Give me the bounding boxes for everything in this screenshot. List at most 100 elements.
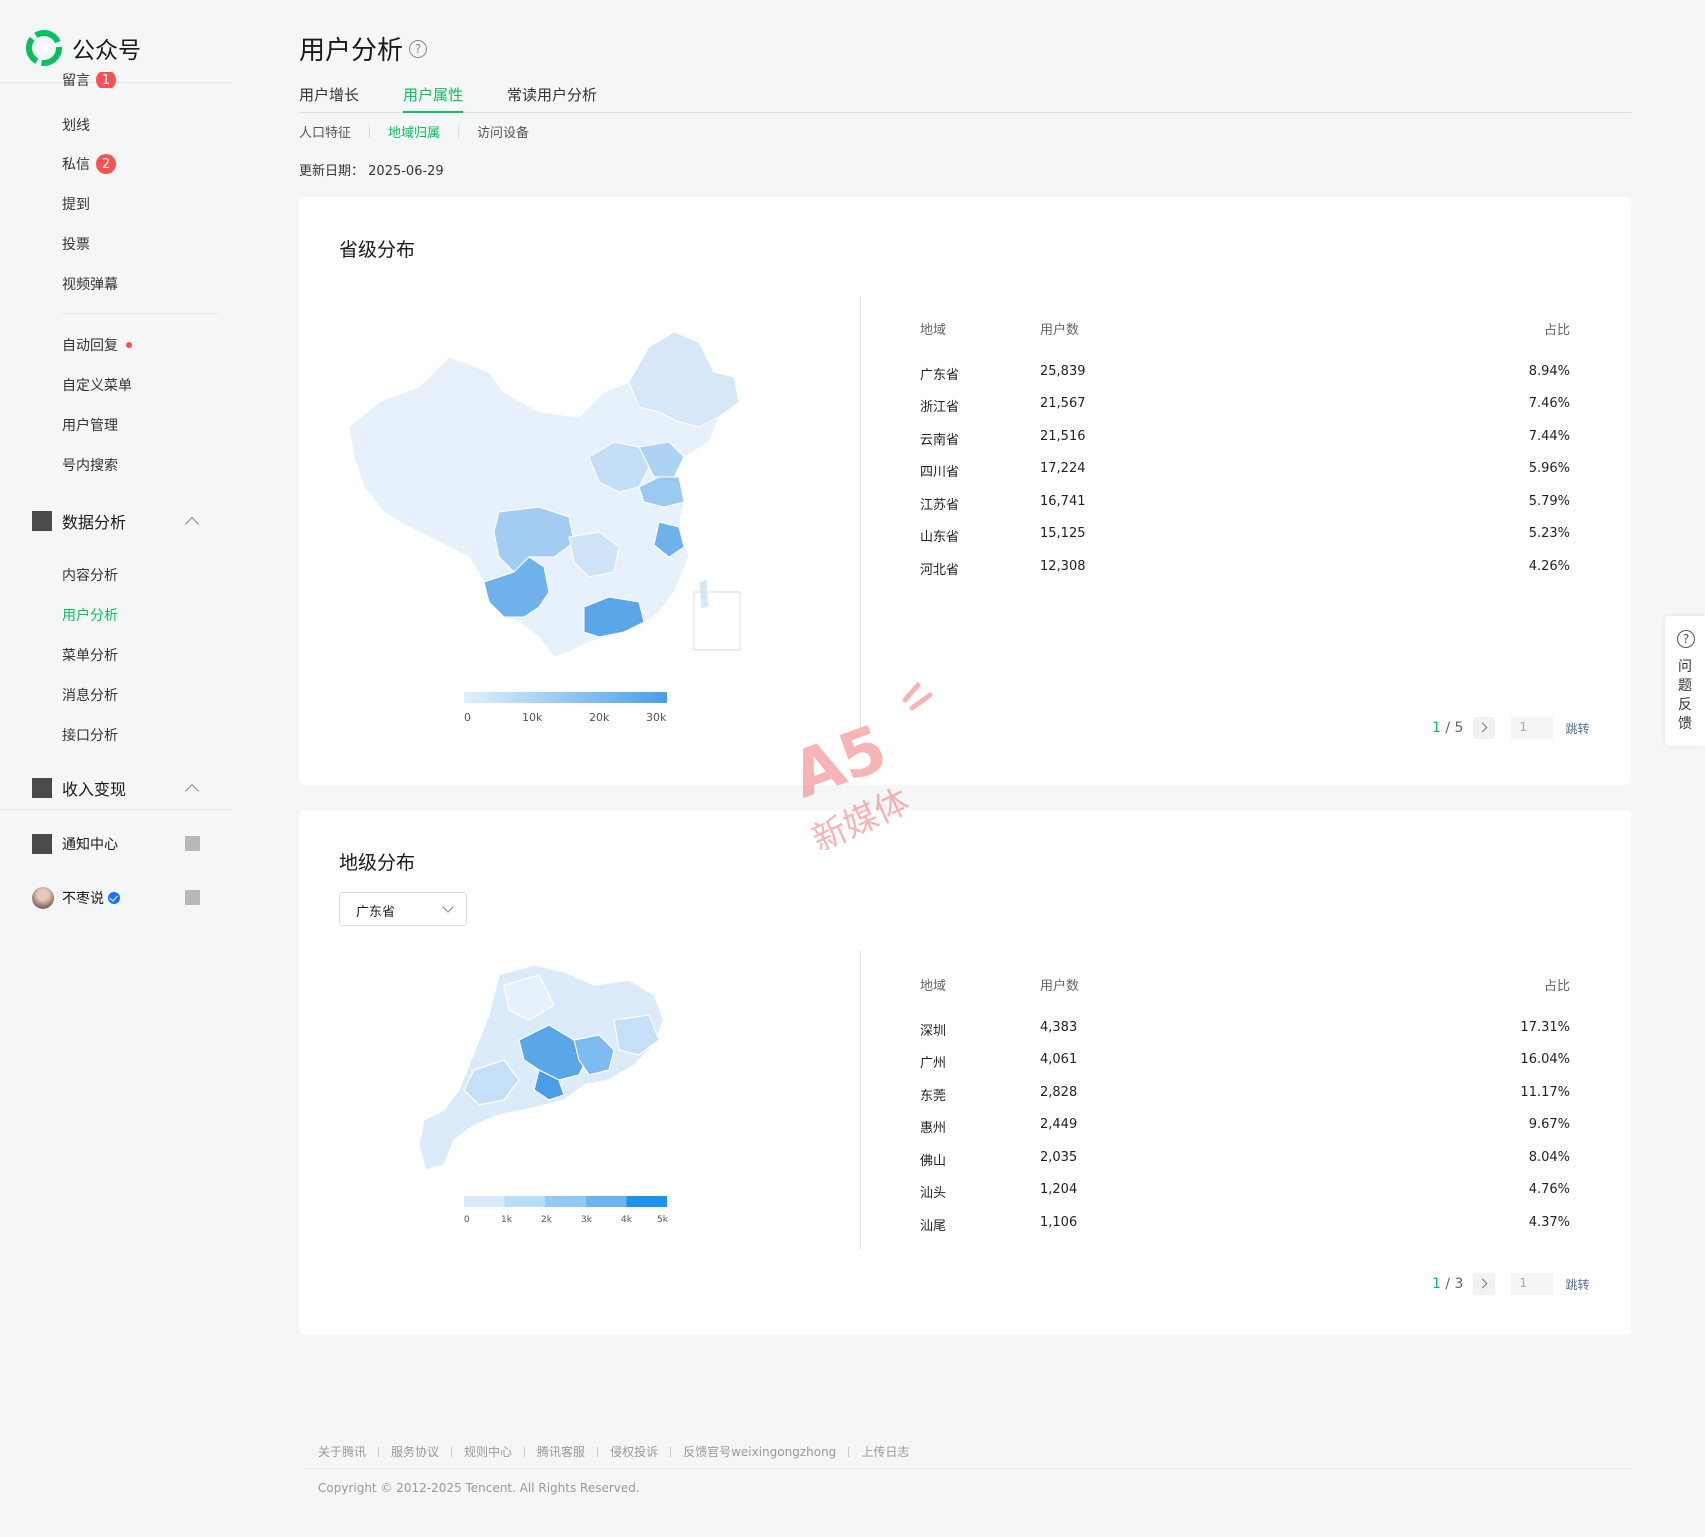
sidebar-item-menu-analysis[interactable]: 菜单分析 [62,644,118,666]
feedback-button[interactable]: ? 问题反馈 [1665,616,1705,746]
cell-region: 江苏省 [920,498,960,513]
subtab-demographics[interactable]: 人口特征 [299,122,369,141]
help-icon[interactable]: ? [409,39,428,58]
sidebar-item-in-account-search[interactable]: 号内搜索 [62,454,118,476]
tab-user-growth[interactable]: 用户增长 [299,84,359,113]
update-date: 更新日期： 2025-06-29 [299,160,444,179]
legend-label: 30k [646,711,667,724]
sidebar-item-label: 自定义菜单 [62,378,132,394]
account-name: 不枣说 [62,891,104,907]
subtab-devices[interactable]: 访问设备 [459,122,547,141]
sidebar-item-messages[interactable]: 私信 2 [62,153,116,175]
table-header: 地域 用户数 占比 [920,319,1570,339]
tab-frequent-readers[interactable]: 常读用户分析 [507,84,597,113]
sidebar-item-label: 用户管理 [62,418,118,434]
sidebar-item-notice-center[interactable]: 通知中心 [32,833,118,855]
footer-link-upload-log[interactable]: 上传日志 [861,1443,909,1460]
sidebar-item-user-analysis[interactable]: 用户分析 [62,604,118,626]
table-row: 浙江省 21,567 7.46% [920,396,1570,416]
subtab-region[interactable]: 地域归属 [370,122,458,141]
sidebar-group-monetize[interactable]: 收入变现 [32,777,126,799]
legend-label: 5k [657,1215,668,1225]
footer-separator [597,1446,599,1457]
sidebar-item-video-danmaku[interactable]: 视频弹幕 [62,273,118,295]
messages-badge: 2 [96,154,116,174]
footer-separator [848,1446,850,1457]
chevron-up-icon[interactable] [184,516,200,532]
logo-divider [0,82,232,83]
tab-user-attributes[interactable]: 用户属性 [403,84,464,113]
pager-next-button[interactable] [1473,1273,1496,1295]
logo[interactable]: 公众号 [26,28,141,68]
sidebar-item-label: 号内搜索 [62,458,118,474]
col-pct: 占比 [1543,979,1570,994]
footer-separator [524,1446,526,1457]
cell-users: 25,839 [1040,364,1086,379]
cell-pct: 5.79% [1528,494,1570,509]
cell-users: 17,224 [1040,461,1086,476]
footer-link-about[interactable]: 关于腾讯 [318,1443,366,1460]
data-analysis-icon [32,511,52,531]
pager-jump-button[interactable]: 跳转 [1565,720,1589,737]
footer-link-infringement[interactable]: 侵权投诉 [610,1443,658,1460]
sidebar-item-api-analysis[interactable]: 接口分析 [62,724,118,746]
table-row: 云南省 21,516 7.44% [920,429,1570,449]
sidebar-item-label: 接口分析 [62,728,118,744]
cell-pct: 4.37% [1528,1215,1570,1230]
cell-users: 21,516 [1040,429,1086,444]
group-label: 数据分析 [62,513,127,532]
sidebar-item-votes[interactable]: 投票 [62,233,90,255]
footer-link-rules[interactable]: 规则中心 [464,1443,512,1460]
cell-region: 四川省 [920,465,960,480]
notice-status-icon [185,836,200,851]
group-label: 收入变现 [62,780,127,799]
pager-next-button[interactable] [1473,717,1496,739]
pager-page-input[interactable]: 1 [1511,1273,1554,1295]
sidebar-item-content-analysis[interactable]: 内容分析 [62,564,118,586]
sidebar-item-mentions[interactable]: 提到 [62,193,90,215]
legend-label: 4k [621,1215,632,1225]
sidebar-item-auto-reply[interactable]: 自动回复 [62,334,132,356]
sidebar-group-data-analysis[interactable]: 数据分析 [32,510,126,532]
sidebar-item-underline[interactable]: 划线 [62,114,90,136]
sidebar-item-label: 留言 [62,73,90,88]
legend-label: 10k [522,711,543,724]
footer-separator [378,1446,380,1457]
cell-region: 山东省 [920,530,960,545]
cell-region: 佛山 [920,1154,947,1169]
pager-jump-button[interactable]: 跳转 [1565,1276,1589,1293]
sidebar-item-user-management[interactable]: 用户管理 [62,414,118,436]
cell-users: 2,449 [1040,1117,1078,1132]
sidebar-item-custom-menu[interactable]: 自定义菜单 [62,374,132,396]
table-row: 佛山 2,035 8.04% [920,1150,1570,1170]
footer-link-terms[interactable]: 服务协议 [391,1443,439,1460]
province-select[interactable]: 广东省 [339,892,467,926]
pager-current: 1 [1432,720,1441,736]
chevron-up-icon[interactable] [184,783,200,799]
sidebar-item-account[interactable]: 不枣说 [32,887,120,909]
footer-link-feedback-account[interactable]: 反馈官号weixingongzhong [683,1443,836,1460]
cell-pct: 8.04% [1528,1150,1570,1165]
table-header: 地域 用户数 占比 [920,975,1570,995]
legend-label: 0 [464,1215,470,1225]
page-title-text: 用户分析 [299,36,404,66]
cell-users: 21,567 [1040,396,1086,411]
cell-users: 1,106 [1040,1215,1078,1230]
province-select-value: 广东省 [356,905,396,920]
table-row: 山东省 15,125 5.23% [920,526,1570,546]
footer-link-support[interactable]: 腾讯客服 [537,1443,585,1460]
china-province-map[interactable] [339,317,789,677]
group-label: 通知中心 [62,837,118,853]
sidebar-item-comments[interactable]: 留言 1 [62,72,116,88]
sidebar-item-message-analysis[interactable]: 消息分析 [62,684,118,706]
cell-pct: 16.04% [1520,1052,1570,1067]
guangdong-city-map[interactable] [414,960,714,1190]
pager-page-input[interactable]: 1 [1511,717,1554,739]
copyright: Copyright © 2012-2025 Tencent. All Right… [318,1481,640,1495]
sidebar-item-label: 自动回复 [62,338,118,354]
city-distribution-card: 地级分布 广东省 0 1k 2k 3k 4k 5k 地域 用户数 占比 深圳 4… [299,810,1631,1335]
page-title: 用户分析 ? [299,30,428,67]
account-menu-icon[interactable] [185,890,200,905]
province-table: 地域 用户数 占比 广东省 25,839 8.94% 浙江省 21,567 7.… [920,319,1570,579]
cell-users: 16,741 [1040,494,1086,509]
